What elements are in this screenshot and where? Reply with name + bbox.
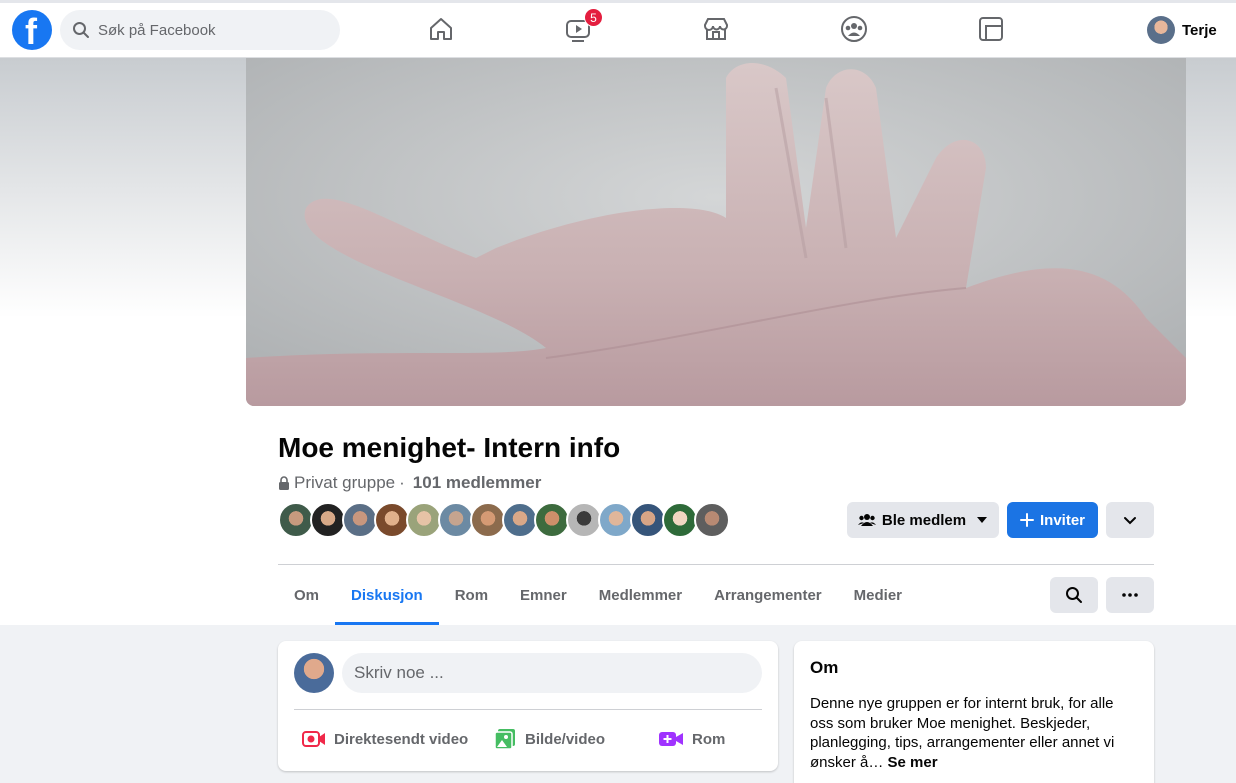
avatar[interactable] (438, 502, 474, 538)
avatar[interactable] (310, 502, 346, 538)
about-description: Denne nye gruppen er for internt bruk, f… (810, 695, 1115, 771)
lock-icon (279, 476, 289, 490)
about-text: Denne nye gruppen er for internt bruk, f… (810, 694, 1140, 772)
see-more-link[interactable]: Se mer (888, 754, 938, 771)
joined-button[interactable]: Ble medlem (847, 502, 999, 538)
live-video-button[interactable]: Direktesendt video (302, 725, 468, 753)
cover-photo (246, 58, 1186, 406)
home-icon[interactable] (426, 14, 456, 44)
tab-label: Emner (520, 587, 567, 604)
search-icon (1066, 587, 1082, 603)
avatar[interactable] (278, 502, 314, 538)
watch-notification-badge: 5 (584, 8, 603, 27)
tab-label: Medier (853, 587, 903, 604)
tab-medlemmer[interactable]: Medlemmer (583, 566, 698, 625)
avatar[interactable] (294, 653, 334, 693)
group-title: Moe menighet- Intern info (278, 432, 621, 463)
photo-video-label: Bilde/video (525, 730, 606, 748)
tab-rom[interactable]: Rom (439, 566, 504, 625)
avatar[interactable] (598, 502, 634, 538)
avatar[interactable] (470, 502, 506, 538)
caret-down-icon (977, 517, 988, 523)
group-tabs: Om Diskusjon Rom Emner Medlemmer Arrange… (278, 566, 918, 625)
search-box[interactable] (60, 10, 340, 50)
joined-label: Ble medlem (881, 511, 967, 529)
top-navigation-bar: f 5 Terje (0, 0, 1236, 58)
avatar[interactable] (374, 502, 410, 538)
composer-placeholder: Skriv noe ... (354, 663, 444, 682)
gaming-icon[interactable] (976, 14, 1006, 44)
group-search-button[interactable] (1050, 577, 1098, 613)
avatar[interactable] (502, 502, 538, 538)
tab-label: Om (294, 587, 320, 604)
top-border (0, 0, 1236, 3)
cover-hand-image (246, 58, 1186, 406)
avatar[interactable] (694, 502, 730, 538)
invite-label: Inviter (1039, 511, 1085, 529)
about-card: Om Denne nye gruppen er for internt bruk… (794, 641, 1154, 783)
search-icon (73, 22, 89, 38)
subtitle-separator: · (399, 473, 405, 492)
facebook-logo[interactable]: f (12, 10, 52, 50)
tab-emner[interactable]: Emner (504, 566, 583, 625)
header-divider (278, 564, 1154, 565)
avatar[interactable] (406, 502, 442, 538)
avatar[interactable] (342, 502, 378, 538)
composer-divider (294, 709, 762, 710)
tab-label: Rom (454, 587, 489, 604)
avatar[interactable] (630, 502, 666, 538)
avatar (1147, 16, 1175, 44)
room-label: Rom (692, 730, 726, 748)
photo-video-button[interactable]: Bilde/video (493, 725, 605, 753)
group-subtitle: Privat gruppe · 101 medlemmer (278, 473, 541, 493)
user-name: Terje (1182, 21, 1217, 39)
group-members-icon (857, 514, 876, 526)
live-video-label: Direktesendt video (334, 730, 469, 748)
room-button[interactable]: Rom (658, 725, 725, 753)
search-input[interactable] (98, 21, 318, 39)
live-video-icon (302, 731, 325, 747)
photo-icon (494, 729, 515, 750)
more-dots-icon (1122, 593, 1138, 597)
group-privacy[interactable]: Privat gruppe (294, 473, 395, 493)
more-options-dropdown[interactable] (1106, 502, 1154, 538)
chevron-down-icon (1124, 516, 1136, 524)
post-composer: Skriv noe ... Direktesendt video Bilde/v… (278, 641, 778, 771)
invite-button[interactable]: Inviter (1007, 502, 1098, 538)
avatar[interactable] (662, 502, 698, 538)
tab-diskusjon[interactable]: Diskusjon (335, 566, 439, 625)
tab-label: Medlemmer (598, 587, 683, 604)
tab-om[interactable]: Om (278, 566, 335, 625)
room-icon (659, 732, 683, 746)
groups-icon[interactable] (839, 14, 869, 44)
group-more-button[interactable] (1106, 577, 1154, 613)
tab-label: Diskusjon (351, 587, 423, 604)
tab-arrangementer[interactable]: Arrangementer (698, 566, 838, 625)
avatar[interactable] (534, 502, 570, 538)
tab-medier[interactable]: Medier (838, 566, 918, 625)
about-heading: Om (810, 658, 839, 677)
composer-input[interactable]: Skriv noe ... (342, 653, 762, 693)
tab-label: Arrangementer (714, 587, 822, 604)
marketplace-icon[interactable] (701, 14, 731, 44)
plus-icon (1019, 513, 1034, 527)
member-count[interactable]: 101 medlemmer (413, 473, 542, 493)
avatar[interactable] (566, 502, 602, 538)
profile-shortcut[interactable]: Terje (1147, 16, 1217, 44)
